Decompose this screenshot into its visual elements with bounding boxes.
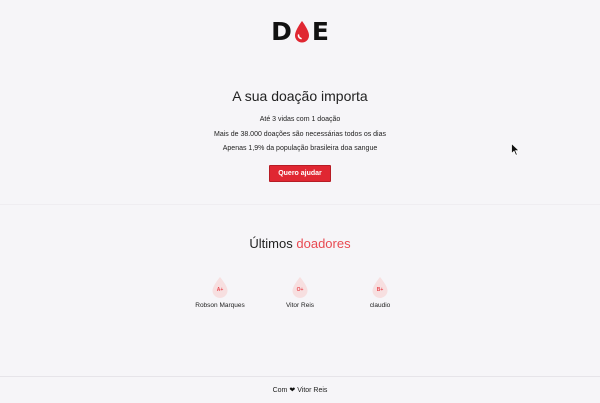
logo[interactable]: D E (0, 19, 600, 44)
donor-name: Vitor Reis (285, 302, 315, 309)
blood-type-badge: B+ (371, 276, 389, 298)
blood-type-badge: O+ (291, 276, 309, 298)
hero-title: A sua doação importa (232, 88, 368, 104)
donor-card: O+ Vitor Reis (273, 276, 328, 309)
donor-name: Robson Marques (195, 302, 245, 309)
hero-line-2: Mais de 38.000 doações são necessárias t… (214, 130, 386, 138)
hero-line-1: Até 3 vidas com 1 doação (259, 116, 341, 123)
blood-drop-icon (294, 20, 309, 42)
donor-card: A+ Robson Marques (193, 276, 248, 309)
donor-card: B+ claudio (353, 276, 408, 309)
donors-title-accent: doadores (296, 236, 351, 251)
donor-name: claudio (369, 302, 391, 309)
logo-letter-left: D (271, 17, 292, 46)
mouse-cursor-icon (511, 143, 520, 156)
blood-type-badge: A+ (211, 276, 229, 298)
footer: Com ❤ Vitor Reis (0, 376, 600, 403)
blood-type-label: B+ (376, 287, 384, 293)
blood-type-label: O+ (296, 287, 304, 293)
footer-prefix: Com (272, 386, 288, 394)
hero-content: A sua doação importa Até 3 vidas com 1 d… (0, 88, 600, 182)
donors-title: Últimos doadores (0, 236, 600, 251)
hero-line-3: Apenas 1,9% da população brasileira doa … (222, 145, 378, 152)
logo-letter-right: E (311, 17, 329, 46)
footer-author[interactable]: Vitor Reis (297, 387, 327, 394)
donor-list: A+ Robson Marques O+ Vitor Reis B+ claud… (0, 276, 600, 309)
donors-section: Últimos doadores (0, 236, 600, 251)
heart-icon: ❤ (289, 387, 296, 394)
help-button[interactable]: Quero ajudar (269, 164, 331, 182)
donors-title-main: Últimos (249, 236, 293, 251)
blood-type-label: A+ (216, 287, 224, 293)
